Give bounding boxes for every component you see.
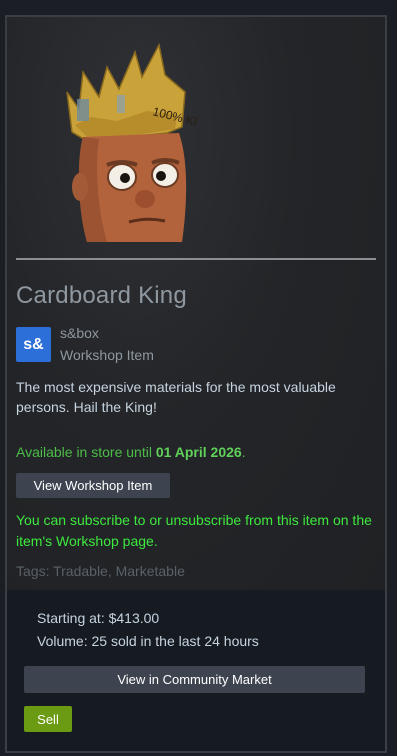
crown-icon: 100% KING [66,42,197,142]
item-info-pane: 100% KING Cardboard King s& s&box Worksh… [7,17,385,590]
app-name: s&box [60,325,99,341]
availability-text: Available in store until 01 April 2026. [16,444,246,460]
divider [16,258,376,260]
market-volume: Volume: 25 sold in the last 24 hours [37,633,259,649]
subscribe-note: You can subscribe to or unsubscribe from… [16,512,372,549]
view-workshop-item-button[interactable]: View Workshop Item [16,473,170,498]
market-pane: Starting at: $413.00 Volume: 25 sold in … [7,590,385,751]
availability-date: 01 April 2026 [155,444,242,460]
availability-prefix: Available in store until [16,444,156,460]
view-community-market-button[interactable]: View in Community Market [24,666,365,693]
item-details-panel: 100% KING Cardboard King s& s&box Worksh… [5,15,387,753]
availability-suffix: . [241,444,246,460]
item-tags: Tags: Tradable, Marketable [16,563,185,579]
item-image: 100% KING [66,42,197,242]
app-icon: s& [16,327,51,362]
item-description: The most expensive materials for the mos… [16,379,336,415]
item-type: Workshop Item [60,347,154,363]
item-name: Cardboard King [16,282,187,309]
starting-price: Starting at: $413.00 [37,610,160,626]
sell-button[interactable]: Sell [24,706,72,732]
head-figure [72,133,187,242]
